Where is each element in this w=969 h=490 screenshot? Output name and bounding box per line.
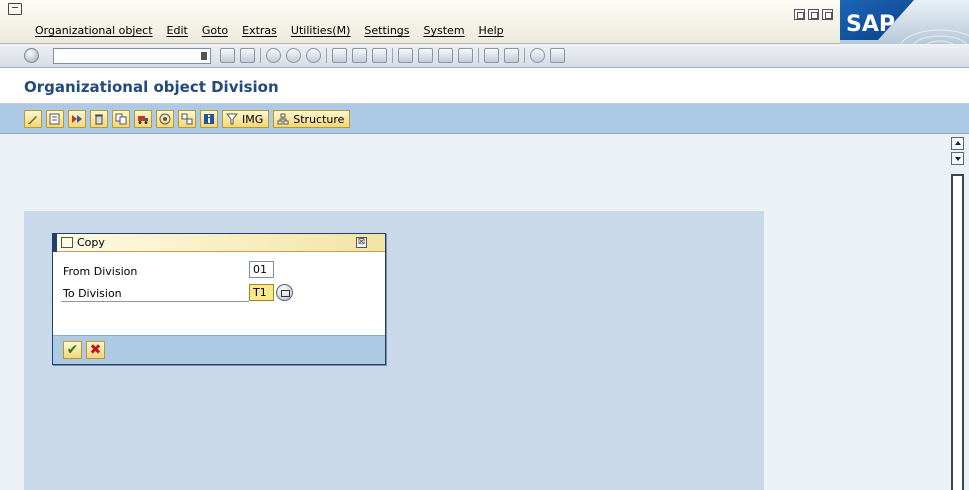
menu-extras[interactable]: Extras <box>242 24 277 37</box>
sap-logo-text: SAP <box>846 12 895 37</box>
application-toolbar-icons: IMG Structure <box>24 110 351 128</box>
menu-help[interactable]: Help <box>479 24 504 37</box>
standard-toolbar-icons <box>220 48 565 63</box>
toolbar-separator <box>524 48 525 63</box>
menu-icon[interactable] <box>8 3 22 15</box>
structure-button-label: Structure <box>293 112 345 126</box>
menu-goto[interactable]: Goto <box>202 24 228 37</box>
command-field[interactable] <box>53 48 211 64</box>
back-arrow-icon[interactable] <box>220 48 235 63</box>
transport-icon[interactable] <box>134 110 152 128</box>
last-page-icon[interactable] <box>458 48 473 63</box>
back-icon[interactable] <box>266 48 281 63</box>
next-page-icon[interactable] <box>438 48 453 63</box>
first-page-icon[interactable] <box>398 48 413 63</box>
maximize-icon[interactable] <box>808 9 819 20</box>
change-icon[interactable] <box>24 110 42 128</box>
save-icon[interactable] <box>240 48 255 63</box>
from-division-field[interactable]: 01 <box>249 261 274 278</box>
cancel-button[interactable]: ✖ <box>86 341 105 359</box>
menu-system[interactable]: System <box>424 24 465 37</box>
toolbar-separator <box>326 48 327 63</box>
menu-organizational-object[interactable]: Organizational object <box>35 24 153 37</box>
dialog-body: From Division 01 To Division T1 <box>53 253 385 335</box>
minimize-icon[interactable] <box>794 9 805 20</box>
menu-settings[interactable]: Settings <box>364 24 409 37</box>
dialog-menu-icon[interactable] <box>61 237 73 248</box>
from-division-label: From Division <box>63 265 138 278</box>
where-used-icon[interactable] <box>178 110 196 128</box>
label-underline <box>61 301 249 302</box>
scroll-down-icon[interactable] <box>951 152 964 165</box>
exit-icon[interactable] <box>286 48 301 63</box>
dialog-title-bar: Copy ⊠ <box>53 234 385 252</box>
previous-page-icon[interactable] <box>418 48 433 63</box>
new-session-icon[interactable] <box>484 48 499 63</box>
print-icon[interactable] <box>332 48 347 63</box>
to-division-field[interactable]: T1 <box>249 284 274 301</box>
help-icon[interactable] <box>530 48 545 63</box>
dialog-footer: ✔ ✖ <box>53 335 385 364</box>
scroll-up-icon[interactable] <box>951 137 964 150</box>
toolbar-separator <box>392 48 393 63</box>
standard-toolbar <box>0 44 969 68</box>
shortcut-icon[interactable] <box>504 48 519 63</box>
check-icon[interactable] <box>156 110 174 128</box>
close-window-icon[interactable] <box>822 9 833 20</box>
copy-icon[interactable] <box>112 110 130 128</box>
hierarchy-icon <box>277 113 289 125</box>
find-icon[interactable] <box>352 48 367 63</box>
cancel-icon[interactable] <box>306 48 321 63</box>
structure-button[interactable]: Structure <box>273 110 351 128</box>
find-next-icon[interactable] <box>372 48 387 63</box>
display-icon[interactable] <box>46 110 64 128</box>
img-button[interactable]: IMG <box>222 110 270 128</box>
filter-icon <box>226 113 238 125</box>
value-help-icon[interactable] <box>276 284 293 301</box>
menu-items: Organizational object Edit Goto Extras U… <box>35 24 504 37</box>
menu-edit[interactable]: Edit <box>167 24 188 37</box>
toolbar-separator <box>478 48 479 63</box>
title-bar: Organizational object Division <box>0 68 969 104</box>
toolbar-separator <box>260 48 261 63</box>
confirm-button[interactable]: ✔ <box>63 341 82 359</box>
delete-icon[interactable] <box>90 110 108 128</box>
img-button-label: IMG <box>242 112 264 126</box>
menu-utilities[interactable]: Utilities(M) <box>291 24 350 37</box>
application-toolbar: IMG Structure <box>0 104 969 134</box>
to-division-label: To Division <box>63 287 122 300</box>
info-icon[interactable] <box>200 110 218 128</box>
scrollbar-track[interactable] <box>951 174 964 490</box>
display-change-icon[interactable] <box>68 110 86 128</box>
vertical-scrollbar[interactable] <box>951 137 966 490</box>
layout-menu-icon[interactable] <box>550 48 565 63</box>
enter-icon[interactable] <box>24 48 39 63</box>
close-icon[interactable]: ⊠ <box>356 237 367 248</box>
window-controls <box>794 9 833 20</box>
copy-dialog: Copy ⊠ From Division 01 To Division T1 ✔… <box>52 233 386 365</box>
menu-bar: Organizational object Edit Goto Extras U… <box>0 0 969 44</box>
page-title: Organizational object Division <box>24 78 279 96</box>
dialog-title: Copy <box>77 236 105 249</box>
